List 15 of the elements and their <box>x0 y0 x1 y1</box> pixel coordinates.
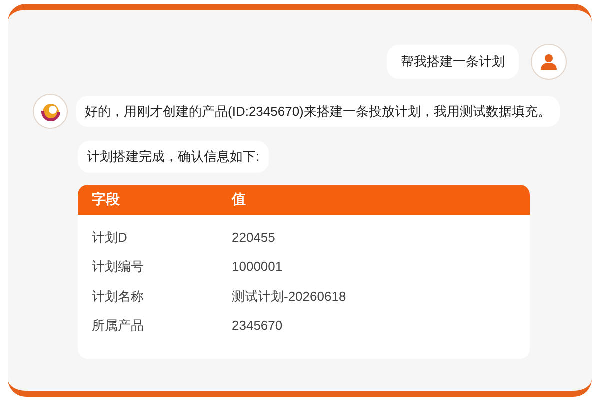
table-cell-text: 计划名称 <box>91 288 145 306</box>
table-cell-text: 220455 <box>232 228 276 246</box>
table-cell-text: 计划编号 <box>91 258 145 276</box>
table-cell-text: 计划D <box>91 228 128 246</box>
column-header: 字段 <box>91 190 121 209</box>
assistant-message: 计划搭建完成，确认信息如下: <box>78 141 269 172</box>
assistant-avatar-icon <box>33 94 68 129</box>
assistant-message: 好的，用刚才创建的产品(ID:2345670)来搭建一条投放计划，我用测试数据填充。 <box>76 96 560 128</box>
user-message: 帮我搭建一条计划 <box>387 45 519 79</box>
table-cell-text: 所属产品 <box>91 317 145 335</box>
table-cell-text: 测试计划-20260618 <box>232 288 346 306</box>
column-header: 值 <box>232 190 246 209</box>
table-cell-text: 2345670 <box>232 317 283 335</box>
user-avatar-icon <box>531 44 567 80</box>
table-cell-text: 1000001 <box>232 258 283 276</box>
